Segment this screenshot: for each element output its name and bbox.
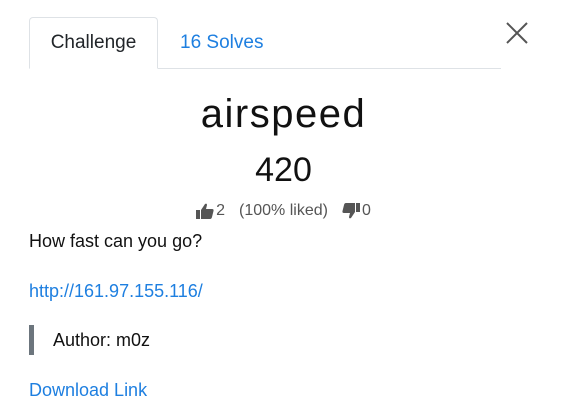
tab-challenge[interactable]: Challenge xyxy=(29,17,158,69)
author-text: Author: m0z xyxy=(53,330,151,350)
dislikes-count: 0 xyxy=(361,202,371,219)
close-icon xyxy=(506,22,528,44)
likes-count: 2 xyxy=(216,202,226,219)
challenge-modal: Challenge 16 Solves airspeed 420 2 (100%… xyxy=(0,0,567,411)
author-blockquote: Author: m0z xyxy=(29,325,150,355)
challenge-url-link[interactable]: http://161.97.155.116/ xyxy=(29,279,203,303)
challenge-description: How fast can you go? xyxy=(29,231,203,251)
vote-summary: 2 (100% liked) 0 xyxy=(0,200,567,222)
close-button[interactable] xyxy=(504,20,530,46)
liked-percentage: (100% liked) xyxy=(239,202,328,219)
thumbs-up-icon[interactable] xyxy=(196,203,214,219)
challenge-title: airspeed xyxy=(200,92,367,136)
challenge-points: 420 xyxy=(255,151,312,189)
tab-bar: Challenge 16 Solves xyxy=(29,17,501,69)
tab-solves[interactable]: 16 Solves xyxy=(158,17,263,68)
tab-challenge-label: Challenge xyxy=(50,32,137,53)
thumbs-down-icon[interactable] xyxy=(342,203,360,219)
tab-solves-label: 16 Solves xyxy=(180,31,264,53)
download-link[interactable]: Download Link xyxy=(29,378,147,402)
